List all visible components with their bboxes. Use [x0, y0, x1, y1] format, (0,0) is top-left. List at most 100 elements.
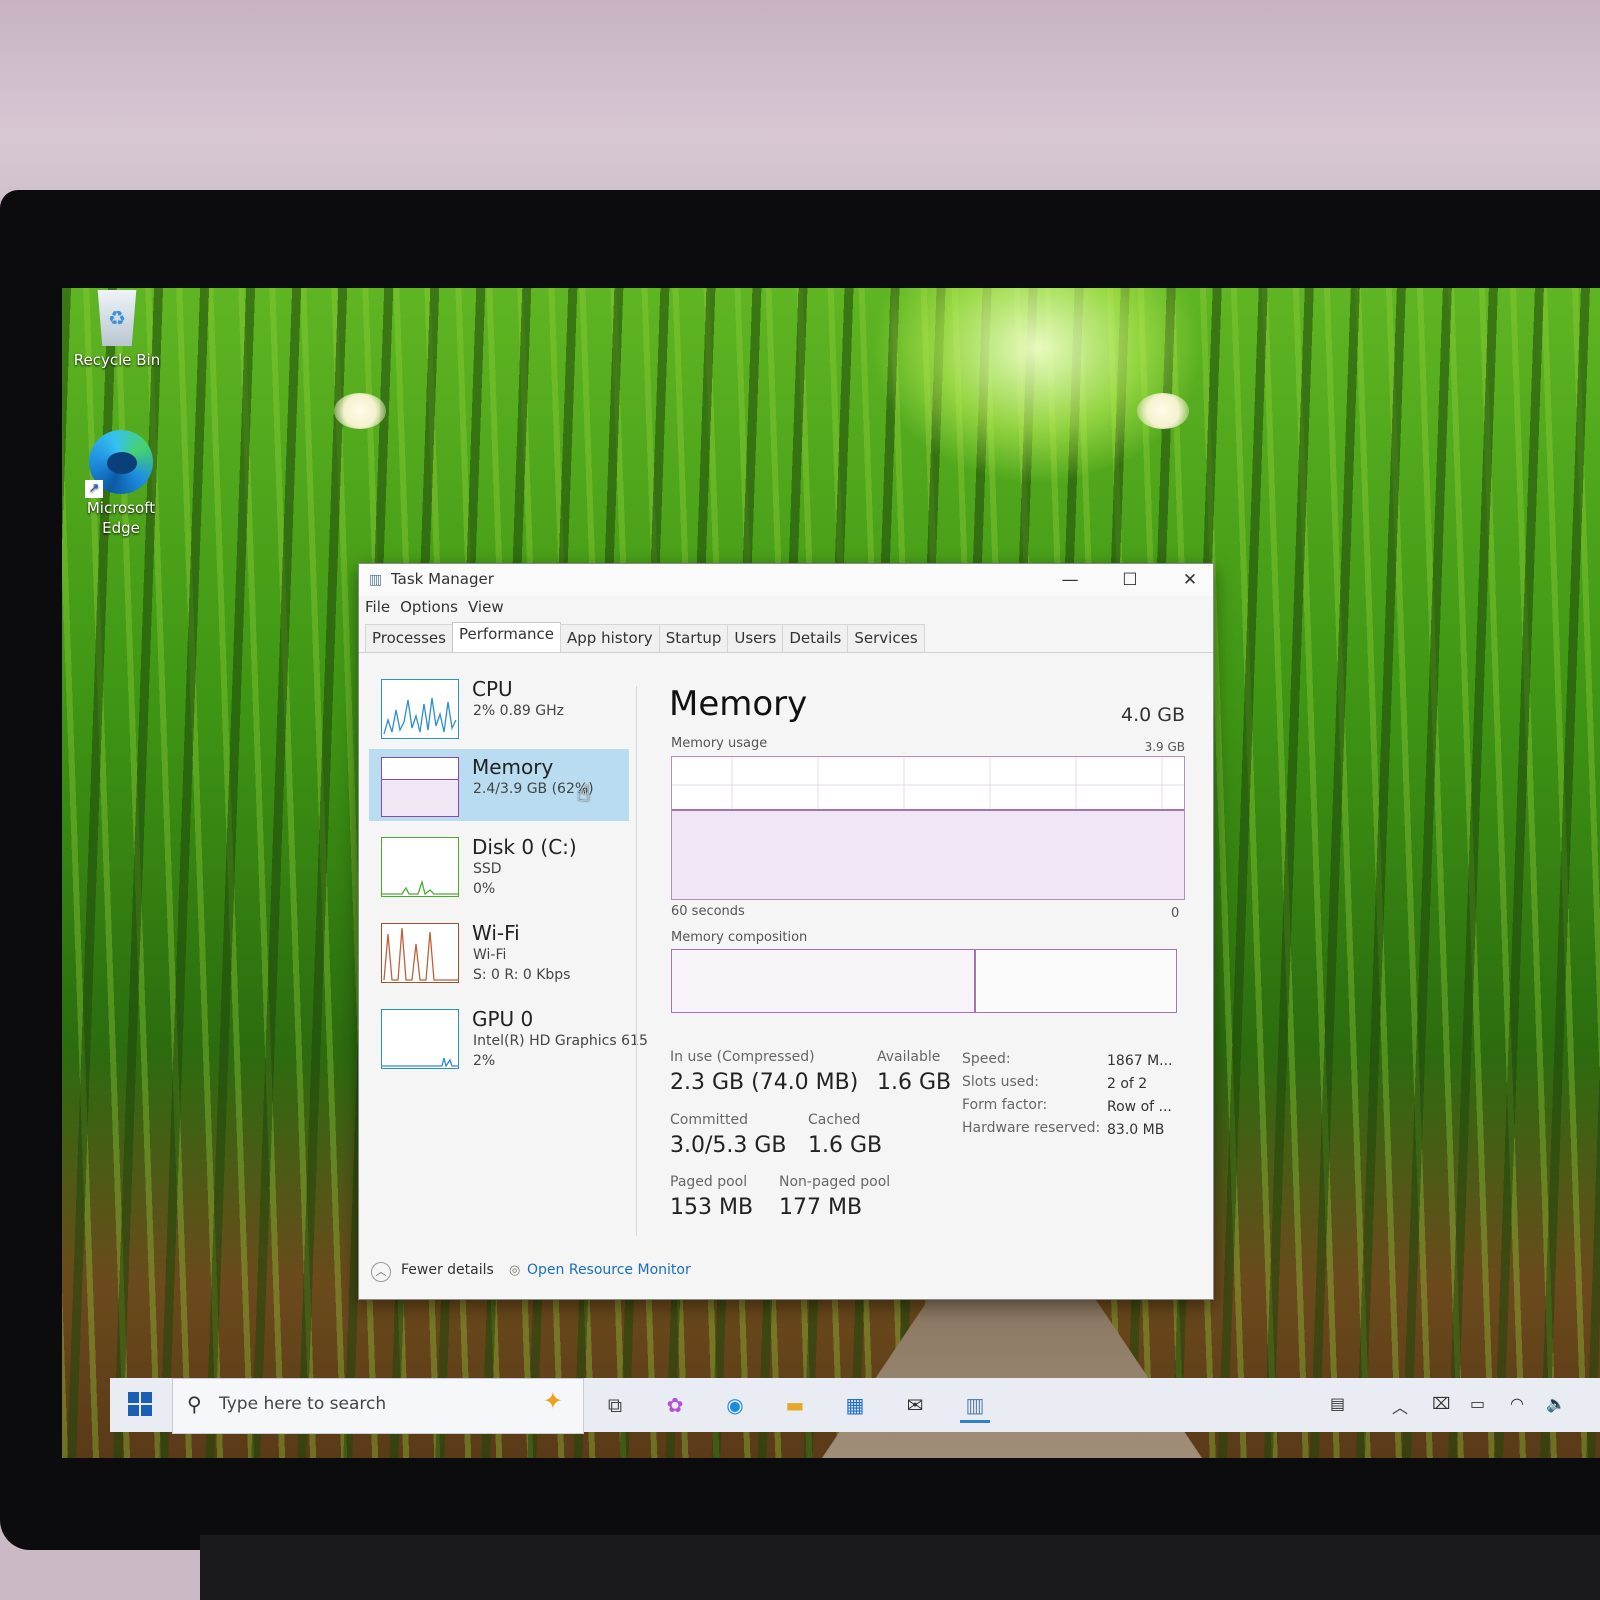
memory-thumbnail-graph — [381, 757, 459, 817]
memory-usage-label: Memory usage — [671, 736, 768, 751]
close-button[interactable]: ✕ — [1165, 566, 1215, 594]
minimize-button[interactable]: — — [1045, 566, 1095, 594]
detail-slots-key: Slots used: — [962, 1074, 1039, 1090]
tab-divider — [359, 652, 1213, 653]
graph-time-label: 60 seconds — [671, 904, 745, 919]
menu-view[interactable]: View — [468, 598, 504, 620]
menu-options[interactable]: Options — [400, 598, 458, 620]
sidebar-item-detail: 2.4/3.9 GB (62%) — [473, 781, 594, 797]
desktop-icon-edge[interactable]: ↗ Microsoft Edge — [66, 430, 176, 538]
tab-bar: Processes Performance App history Startu… — [365, 622, 925, 652]
disk-thumbnail-graph — [381, 837, 459, 897]
window-footer: ︿ Fewer details ◎ Open Resource Monitor — [359, 1254, 1213, 1294]
task-manager-icon: ▥ — [369, 572, 383, 588]
task-view-icon[interactable]: ⧉ — [600, 1390, 630, 1420]
sidebar-item-label: Memory — [472, 755, 554, 779]
sidebar-item-gpu[interactable]: GPU 0 Intel(R) HD Graphics 615 2% — [369, 1001, 648, 1073]
search-icon: ⚲ — [187, 1392, 202, 1416]
stat-nonpaged-pool-label: Non-paged pool — [779, 1174, 891, 1190]
news-widget-icon[interactable]: ▤ — [1330, 1394, 1345, 1413]
fewer-details-link[interactable]: Fewer details — [401, 1262, 494, 1278]
page-title: Memory — [669, 684, 808, 724]
hand-cursor-icon: ☝ — [577, 782, 591, 807]
detail-hw-reserved-key: Hardware reserved: — [962, 1120, 1101, 1136]
stat-in-use-label: In use (Compressed) — [670, 1049, 815, 1065]
detail-hw-reserved-value: 83.0 MB — [1107, 1122, 1165, 1138]
memory-usage-graph — [671, 756, 1185, 900]
sidebar-item-label: CPU — [472, 677, 513, 701]
detail-speed-value: 1867 M... — [1107, 1053, 1173, 1069]
window-title: Task Manager — [391, 570, 494, 588]
cpu-thumbnail-graph — [381, 679, 459, 739]
desktop-screen: ♻ Recycle Bin ↗ Microsoft Edge ▥ Task Ma… — [62, 288, 1600, 1458]
gpu-thumbnail-graph — [381, 1009, 459, 1069]
sparkle-icon: ✦ — [542, 1387, 563, 1415]
resource-sidebar: CPU 2% 0.89 GHz Memory 2.4/3.9 GB (62%) … — [359, 659, 648, 1249]
taskbar: ⚲ Type here to search ✦ ⧉ ✿ ◉ ▬ ▦ ✉ ▥ ▤ … — [110, 1378, 1600, 1434]
sidebar-item-label: Disk 0 (C:) — [472, 835, 577, 859]
sidebar-item-detail: S: 0 R: 0 Kbps — [473, 967, 571, 983]
stat-committed-value: 3.0/5.3 GB — [670, 1133, 787, 1158]
detail-slots-value: 2 of 2 — [1107, 1076, 1148, 1092]
store-icon[interactable]: ▦ — [840, 1390, 870, 1420]
tab-performance[interactable]: Performance — [451, 622, 562, 652]
resource-monitor-icon: ◎ — [509, 1263, 521, 1278]
memory-composition-bar — [671, 949, 1177, 1013]
sidebar-item-detail: Wi-Fi — [473, 947, 507, 963]
tab-processes[interactable]: Processes — [365, 624, 453, 652]
tab-services[interactable]: Services — [847, 624, 925, 652]
menu-bar: File Options View — [365, 598, 504, 620]
graph-time-end: 0 — [1171, 906, 1180, 921]
composition-in-use-segment — [672, 950, 977, 1012]
sidebar-item-wifi[interactable]: Wi-Fi Wi-Fi S: 0 R: 0 Kbps — [369, 915, 629, 987]
task-manager-window: ▥ Task Manager — ☐ ✕ File Options View P… — [358, 563, 1214, 1300]
stat-committed-label: Committed — [670, 1112, 748, 1128]
mail-icon[interactable]: ✉ — [900, 1390, 930, 1420]
menu-file[interactable]: File — [365, 598, 390, 620]
volume-icon[interactable]: 🔈 — [1546, 1394, 1566, 1413]
tab-details[interactable]: Details — [782, 624, 849, 652]
shortcut-arrow-icon: ↗ — [85, 480, 103, 498]
maximize-button[interactable]: ☐ — [1105, 566, 1155, 594]
taskbar-search-box[interactable]: ⚲ Type here to search ✦ — [172, 1378, 584, 1434]
sidebar-item-label: Wi-Fi — [472, 921, 520, 945]
desktop-icon-recycle-bin[interactable]: ♻ Recycle Bin — [62, 290, 172, 370]
detail-speed-key: Speed: — [962, 1051, 1011, 1067]
sidebar-item-detail: 0% — [473, 881, 496, 897]
wifi-icon[interactable]: ◠ — [1510, 1394, 1524, 1413]
memory-usage-fill — [672, 808, 1184, 899]
wallpaper-light — [334, 393, 386, 429]
title-bar[interactable]: ▥ Task Manager — ☐ ✕ — [359, 564, 1213, 596]
keyboard-cover — [200, 1535, 1600, 1600]
sidebar-item-detail: SSD — [473, 861, 502, 877]
wallpaper-light — [1137, 393, 1189, 429]
sidebar-item-disk[interactable]: Disk 0 (C:) SSD 0% — [369, 829, 629, 901]
stat-in-use-value: 2.3 GB (74.0 MB) — [670, 1070, 859, 1095]
task-manager-taskbar-icon[interactable]: ▥ — [960, 1390, 990, 1423]
file-explorer-icon[interactable]: ▬ — [780, 1390, 810, 1420]
desktop-icon-label: Recycle Bin — [73, 351, 161, 369]
chevron-up-tray-icon[interactable]: ︿ — [1392, 1394, 1408, 1418]
device-icon[interactable]: ⌧ — [1432, 1394, 1450, 1413]
search-placeholder: Type here to search — [219, 1394, 387, 1414]
windows-start-button[interactable] — [128, 1392, 152, 1416]
stat-paged-pool-value: 153 MB — [670, 1195, 754, 1220]
open-resource-monitor-link[interactable]: Open Resource Monitor — [527, 1262, 691, 1278]
battery-icon[interactable]: ▭ — [1470, 1394, 1485, 1413]
tab-startup[interactable]: Startup — [658, 624, 729, 652]
detail-form-factor-key: Form factor: — [962, 1097, 1048, 1113]
copilot-icon[interactable]: ✿ — [660, 1390, 690, 1420]
edge-taskbar-icon[interactable]: ◉ — [720, 1390, 750, 1420]
stat-available-label: Available — [877, 1049, 941, 1065]
memory-total: 4.0 GB — [1120, 704, 1185, 726]
stat-nonpaged-pool-value: 177 MB — [779, 1195, 863, 1220]
chevron-up-icon[interactable]: ︿ — [371, 1262, 391, 1282]
tab-users[interactable]: Users — [727, 624, 784, 652]
sidebar-item-label: GPU 0 — [472, 1007, 534, 1031]
desktop-icon-label: Microsoft Edge — [86, 499, 156, 537]
stat-paged-pool-label: Paged pool — [670, 1174, 748, 1190]
sidebar-item-detail: 2% 0.89 GHz — [473, 703, 565, 719]
sidebar-item-cpu[interactable]: CPU 2% 0.89 GHz — [369, 671, 629, 743]
stat-cached-value: 1.6 GB — [808, 1133, 883, 1158]
tab-app-history[interactable]: App history — [560, 624, 660, 652]
